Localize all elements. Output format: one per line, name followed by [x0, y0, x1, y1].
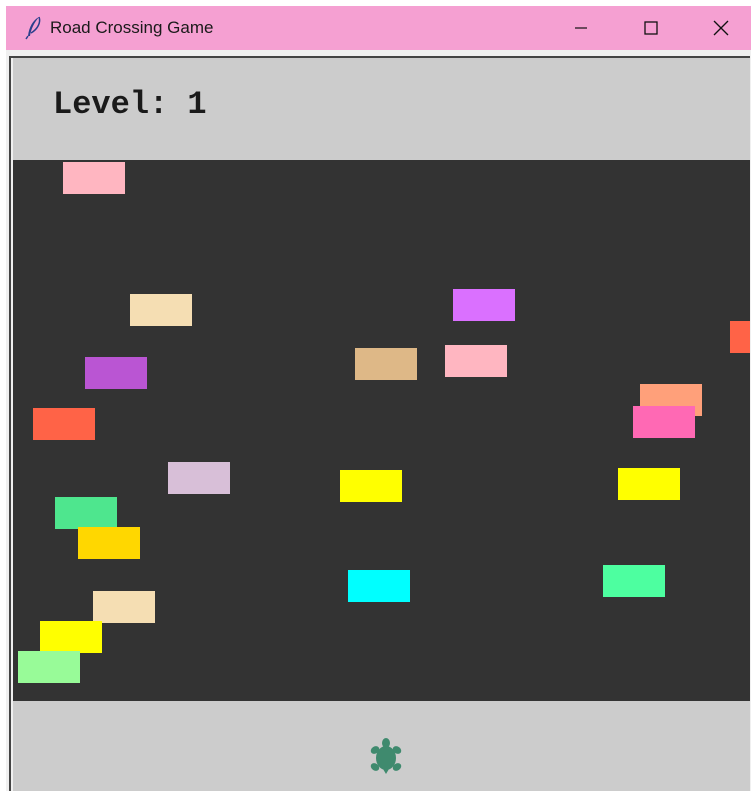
car: [603, 565, 665, 597]
maximize-button[interactable]: [616, 6, 686, 50]
car: [33, 408, 95, 440]
car: [63, 162, 125, 194]
level-label: Level: 1: [53, 86, 207, 123]
car: [78, 527, 140, 559]
window-titlebar: Road Crossing Game: [6, 6, 751, 50]
car: [55, 497, 117, 529]
car: [453, 289, 515, 321]
feather-icon: [24, 16, 44, 40]
car: [93, 591, 155, 623]
minimize-icon: [575, 27, 587, 29]
car: [340, 470, 402, 502]
maximize-icon: [644, 21, 658, 35]
car: [355, 348, 417, 380]
car: [445, 345, 507, 377]
close-icon: [713, 20, 729, 36]
car: [130, 294, 192, 326]
car: [618, 468, 680, 500]
turtle-icon[interactable]: [370, 738, 402, 774]
car: [348, 570, 410, 602]
close-button[interactable]: [686, 6, 756, 50]
car: [730, 321, 750, 353]
road: [13, 160, 750, 701]
car: [40, 621, 102, 653]
car: [18, 651, 80, 683]
window-title: Road Crossing Game: [50, 18, 214, 37]
car: [85, 357, 147, 389]
minimize-button[interactable]: [546, 6, 616, 50]
game-canvas[interactable]: Level: 1: [13, 58, 750, 791]
car: [168, 462, 230, 494]
car: [633, 406, 695, 438]
